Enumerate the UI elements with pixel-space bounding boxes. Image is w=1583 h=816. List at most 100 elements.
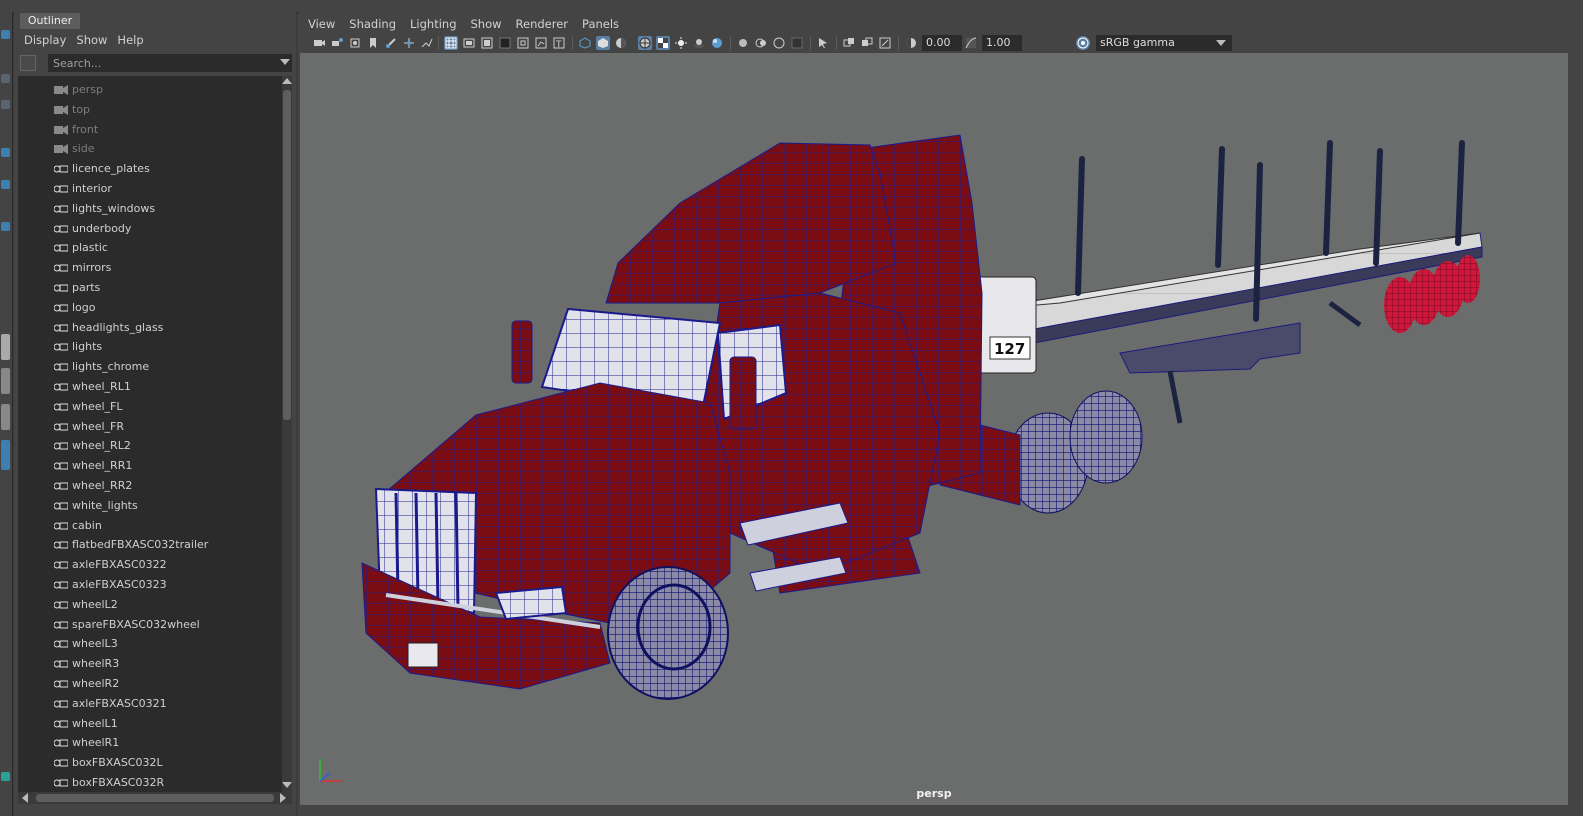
outliner-item[interactable]: wheelL2 [18,595,282,615]
menu-view[interactable]: View [308,14,335,34]
scroll-down-icon[interactable] [282,782,292,788]
outliner-item[interactable]: wheelL3 [18,634,282,654]
select-tool-icon[interactable] [1,30,10,39]
hud-icon[interactable] [878,36,892,50]
outliner-item[interactable]: logo [18,298,282,318]
outliner-item[interactable]: plastic [18,238,282,258]
menu-show[interactable]: Show [76,30,107,50]
outliner-item[interactable]: boxFBXASC032L [18,753,282,773]
outliner-item[interactable]: wheel_RR1 [18,456,282,476]
outliner-item[interactable]: lights_windows [18,199,282,219]
ambient-occlusion-icon[interactable] [710,36,724,50]
scrollbar-thumb[interactable] [36,794,274,802]
xray-icon[interactable] [816,36,830,50]
move-tool-icon[interactable] [1,148,10,157]
outliner-item[interactable]: side [18,139,282,159]
outliner-item[interactable]: flatbedFBXASC032trailer [18,535,282,555]
scroll-up-icon[interactable] [282,78,292,84]
outliner-item[interactable]: wheel_RL2 [18,436,282,456]
four-pane-layout-icon[interactable] [1,404,10,430]
vertical-scrollbar[interactable] [282,76,292,792]
2d-pan-zoom-icon[interactable] [402,36,416,50]
use-all-lights-icon[interactable] [674,36,688,50]
horizontal-scrollbar[interactable] [18,792,292,804]
film-gate-icon[interactable] [462,36,476,50]
resolution-gate-icon[interactable] [480,36,494,50]
menu-panels[interactable]: Panels [582,14,619,34]
outliner-item[interactable]: wheel_RR2 [18,476,282,496]
smooth-shade-icon[interactable] [596,36,610,50]
outliner-item[interactable]: boxFBXASC032R [18,773,282,792]
shadows-icon[interactable] [692,36,706,50]
outliner-item[interactable]: cabin [18,516,282,536]
script-editor-icon[interactable] [1,772,10,781]
chevron-down-icon[interactable] [1216,40,1226,46]
outliner-item[interactable]: wheelR2 [18,674,282,694]
outliner-item[interactable]: axleFBXASC0321 [18,694,282,714]
outliner-item[interactable]: spareFBXASC032wheel [18,615,282,635]
bookmark-icon[interactable] [366,36,380,50]
paint-tool-icon[interactable] [1,100,10,109]
outliner-item[interactable]: axleFBXASC0322 [18,555,282,575]
textured-icon[interactable] [656,36,670,50]
outliner-item[interactable]: wheel_FL [18,397,282,417]
outliner-item[interactable]: axleFBXASC0323 [18,575,282,595]
outliner-item[interactable]: top [18,100,282,120]
isolate-select-icon[interactable] [790,36,804,50]
menu-shading[interactable]: Shading [349,14,396,34]
menu-lighting[interactable]: Lighting [410,14,456,34]
menu-help[interactable]: Help [117,30,143,50]
outliner-item[interactable]: persp [18,80,282,100]
outliner-item[interactable]: wheelL1 [18,714,282,734]
color-space-select[interactable]: sRGB gamma [1096,35,1232,51]
outliner-item[interactable]: lights [18,337,282,357]
outliner-item[interactable]: wheelR1 [18,733,282,753]
scale-tool-icon[interactable] [1,222,10,231]
lasso-tool-icon[interactable] [1,74,10,83]
gamma-field[interactable]: 1.00 [982,35,1022,51]
field-chart-icon[interactable] [516,36,530,50]
camera-select-icon[interactable] [312,36,326,50]
scrollbar-thumb[interactable] [283,90,291,420]
outliner-item[interactable]: white_lights [18,496,282,516]
depth-of-field-icon[interactable] [772,36,786,50]
outliner-item[interactable]: interior [18,179,282,199]
color-management-icon[interactable] [1076,36,1090,50]
outliner-tab[interactable]: Outliner [20,13,80,29]
outliner-item[interactable]: licence_plates [18,159,282,179]
outliner-item[interactable]: mirrors [18,258,282,278]
grid-icon[interactable] [444,36,458,50]
xray-components-icon[interactable] [860,36,874,50]
scroll-left-icon[interactable] [22,793,28,803]
safe-title-icon[interactable]: T [552,36,566,50]
gate-mask-icon[interactable] [498,36,512,50]
multisample-aa-icon[interactable] [754,36,768,50]
outliner-item[interactable]: headlights_glass [18,318,282,338]
wireframe-icon[interactable] [578,36,592,50]
outliner-item[interactable]: parts [18,278,282,298]
outliner-item[interactable]: wheelR3 [18,654,282,674]
xray-joints-icon[interactable] [842,36,856,50]
scroll-right-icon[interactable] [280,793,286,803]
safe-action-icon[interactable] [534,36,548,50]
outliner-item[interactable]: underbody [18,219,282,239]
menu-renderer[interactable]: Renderer [516,14,569,34]
grease-pencil-icon[interactable] [384,36,398,50]
default-material-icon[interactable] [614,36,628,50]
menu-show[interactable]: Show [471,14,502,34]
outliner-layout-icon[interactable] [1,440,10,470]
3d-viewport[interactable]: 127 persp [300,53,1568,805]
camera-attributes-icon[interactable] [330,36,344,50]
search-options-icon[interactable] [20,55,36,71]
outliner-item[interactable]: front [18,120,282,140]
motion-blur-icon[interactable] [736,36,750,50]
exposure-icon[interactable] [904,36,918,50]
exposure-field[interactable]: 0.00 [922,35,962,51]
wireframe-on-shaded-icon[interactable] [638,36,652,50]
outliner-tree[interactable]: persp top front side licence_plates interior l… [18,76,282,792]
two-pane-layout-icon[interactable] [1,368,10,394]
chevron-down-icon[interactable] [280,59,290,65]
search-input[interactable] [48,54,292,72]
single-layout-icon[interactable] [1,334,10,360]
truck-model-render[interactable]: 127 [300,53,1568,805]
